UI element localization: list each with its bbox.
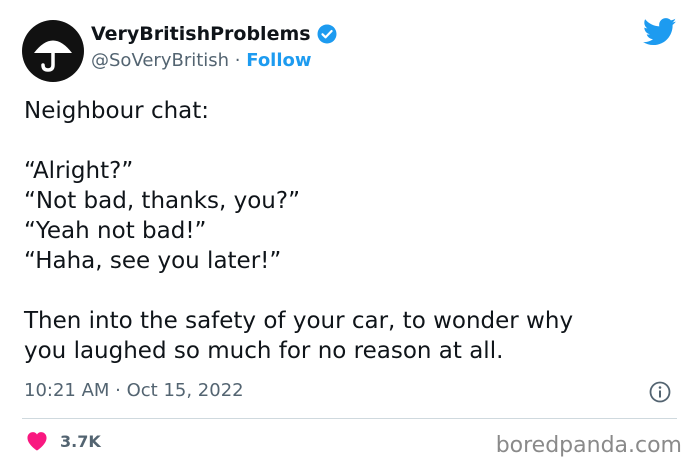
watermark: boredpanda.com (495, 433, 682, 458)
follow-button[interactable]: Follow (246, 50, 311, 71)
heart-icon[interactable] (26, 431, 48, 451)
tweet-text: Neighbour chat: “Alright?” “Not bad, tha… (24, 98, 574, 364)
handle-separator: · (229, 50, 247, 71)
author-handle-row: @SoVeryBritish · Follow (91, 50, 312, 71)
avatar[interactable] (22, 20, 84, 82)
like-action[interactable]: 3.7K (26, 431, 101, 451)
author-handle[interactable]: @SoVeryBritish (91, 50, 229, 71)
info-icon[interactable] (649, 381, 671, 403)
umbrella-avatar-icon (34, 40, 72, 72)
tweet-timestamp[interactable]: 10:21 AM · Oct 15, 2022 (24, 380, 244, 401)
author-display-name[interactable]: VeryBritishProblems (91, 23, 311, 45)
like-count: 3.7K (60, 431, 101, 451)
divider (22, 418, 677, 419)
twitter-bird-icon[interactable] (643, 18, 677, 46)
verified-badge-icon (317, 24, 337, 44)
author-name-row: VeryBritishProblems (91, 23, 337, 45)
